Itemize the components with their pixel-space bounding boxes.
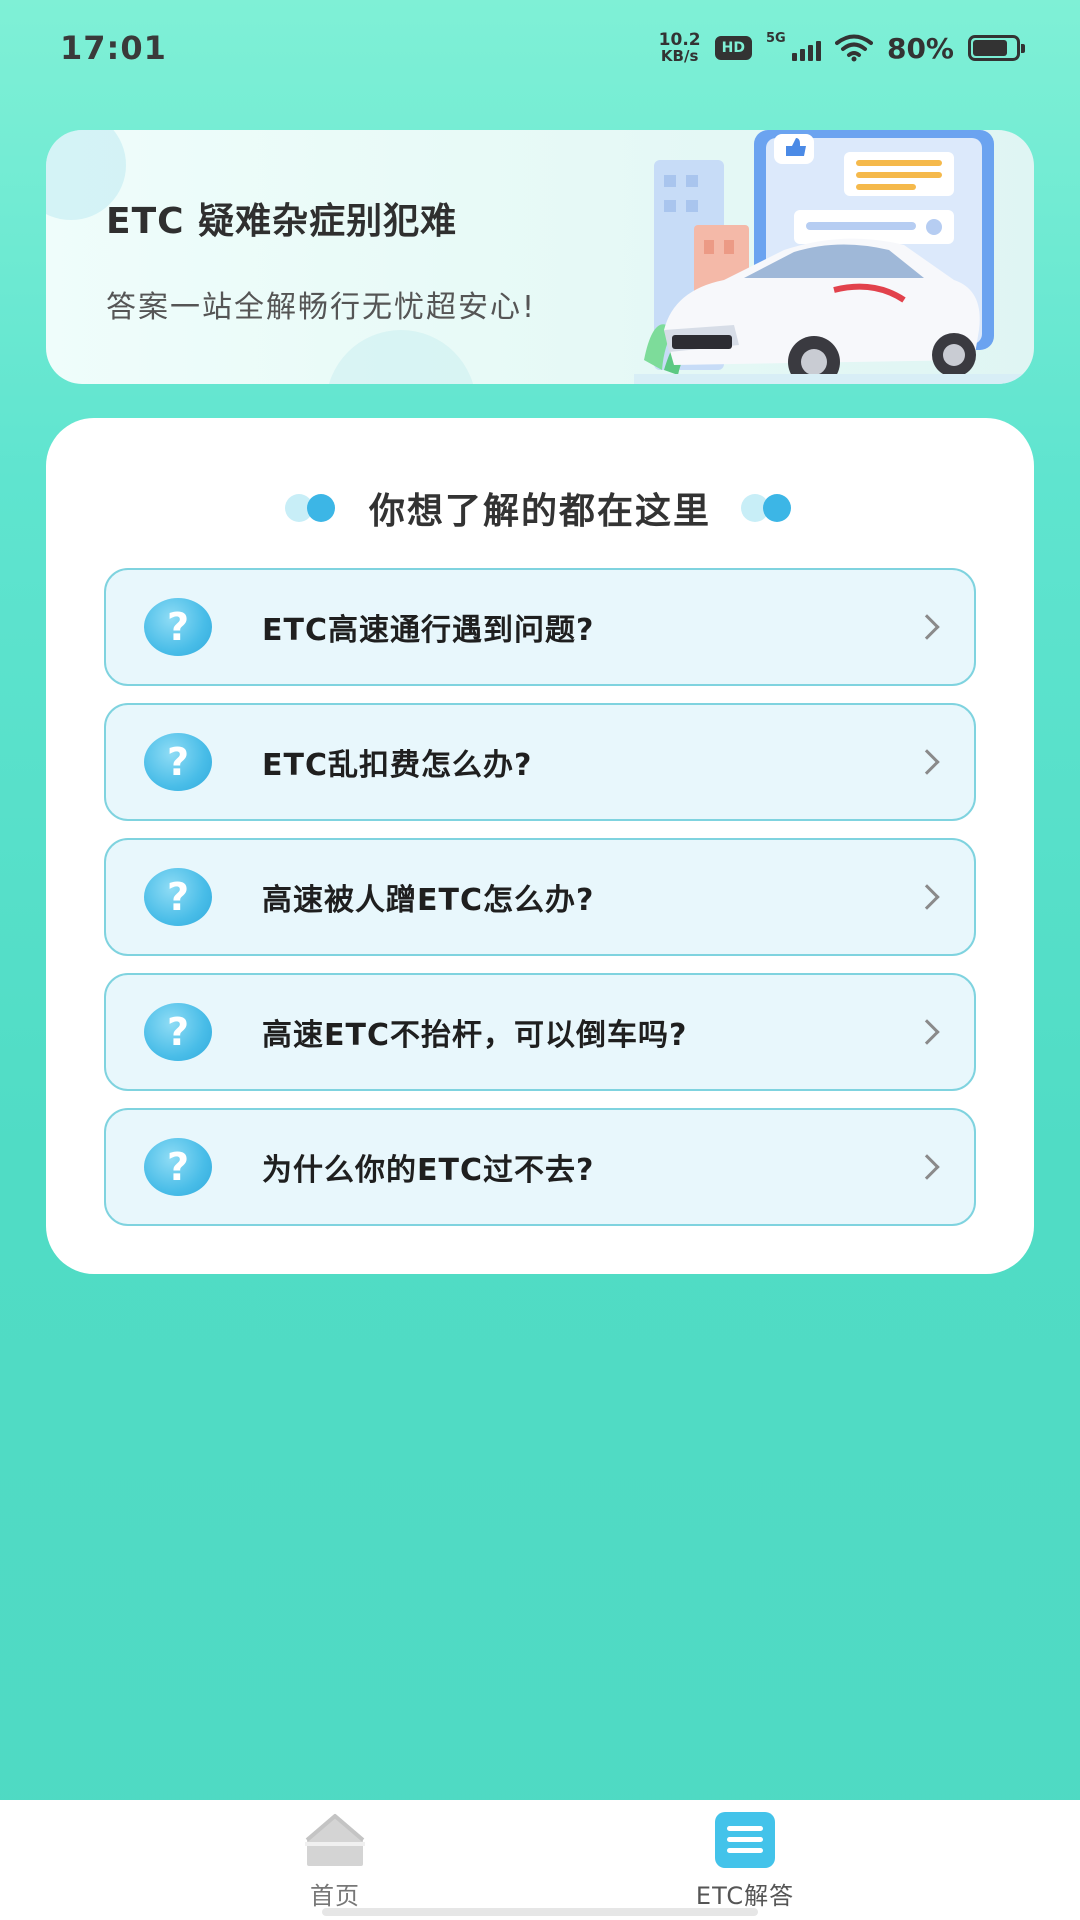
faq-item[interactable]: ? 高速被人蹭ETC怎么办? — [104, 838, 976, 956]
battery-icon — [968, 35, 1025, 61]
home-indicator[interactable] — [322, 1908, 758, 1916]
chevron-right-icon — [914, 749, 940, 775]
faq-item-label: ETC乱扣费怎么办? — [262, 748, 533, 783]
decorative-circle — [326, 330, 476, 384]
wifi-icon — [834, 34, 873, 62]
cellular-signal-icon: 5G — [766, 31, 821, 61]
faq-item-label: 为什么你的ETC过不去? — [262, 1153, 595, 1188]
faq-item-label: ETC高速通行遇到问题? — [262, 613, 595, 648]
car-illustration — [634, 130, 1034, 384]
chevron-right-icon — [914, 1154, 940, 1180]
banner-title: ETC 疑难杂症别犯难 — [106, 201, 458, 242]
faq-item[interactable]: ? 高速ETC不抬杆，可以倒车吗? — [104, 973, 976, 1091]
faq-list: ? ETC高速通行遇到问题? ? ETC乱扣费怎么办? ? 高速被人蹭ETC怎么… — [104, 568, 976, 1243]
faq-item-label: 高速ETC不抬杆，可以倒车吗? — [262, 1018, 688, 1053]
nav-item-home[interactable]: 首页 — [255, 1800, 415, 1911]
battery-percent: 80% — [886, 31, 954, 65]
nav-label: 首页 — [310, 1882, 360, 1910]
status-icons: 10.2 KB/s HD 5G 80% — [659, 31, 1025, 65]
nav-label: ETC解答 — [695, 1882, 795, 1910]
faq-header: 你想了解的都在这里 — [46, 468, 1034, 548]
status-bar: 17:01 10.2 KB/s HD 5G 80% — [0, 0, 1080, 96]
chevron-right-icon — [914, 884, 940, 910]
faq-title: 你想了解的都在这里 — [368, 491, 711, 532]
network-speed: 10.2 KB/s — [659, 32, 701, 64]
chevron-right-icon — [914, 614, 940, 640]
status-time: 17:01 — [60, 29, 167, 67]
decorative-dots-icon — [741, 494, 795, 522]
bottom-nav: 首页 ETC解答 — [0, 1800, 1080, 1920]
network-type: 5G — [765, 31, 786, 46]
home-icon — [305, 1814, 365, 1866]
faq-item[interactable]: ? ETC乱扣费怎么办? — [104, 703, 976, 821]
list-icon — [715, 1812, 775, 1868]
question-icon: ? — [144, 1138, 212, 1196]
question-icon: ? — [144, 1003, 212, 1061]
question-icon: ? — [144, 733, 212, 791]
banner-subtitle: 答案一站全解畅行无忧超安心! — [106, 290, 537, 325]
decorative-dots-icon — [284, 494, 339, 522]
faq-item-label: 高速被人蹭ETC怎么办? — [262, 883, 595, 918]
faq-card: 你想了解的都在这里 ? ETC高速通行遇到问题? ? ETC乱扣费怎么办? ? … — [46, 418, 1034, 1274]
question-icon: ? — [144, 868, 212, 926]
chevron-right-icon — [914, 1019, 940, 1045]
promo-banner[interactable]: ETC 疑难杂症别犯难 答案一站全解畅行无忧超安心! — [46, 130, 1034, 384]
hd-icon: HD — [714, 36, 752, 60]
nav-item-etc-answers[interactable]: ETC解答 — [665, 1800, 825, 1911]
question-icon: ? — [144, 598, 212, 656]
faq-item[interactable]: ? 为什么你的ETC过不去? — [104, 1108, 976, 1226]
network-speed-unit: KB/s — [660, 47, 699, 65]
faq-item[interactable]: ? ETC高速通行遇到问题? — [104, 568, 976, 686]
